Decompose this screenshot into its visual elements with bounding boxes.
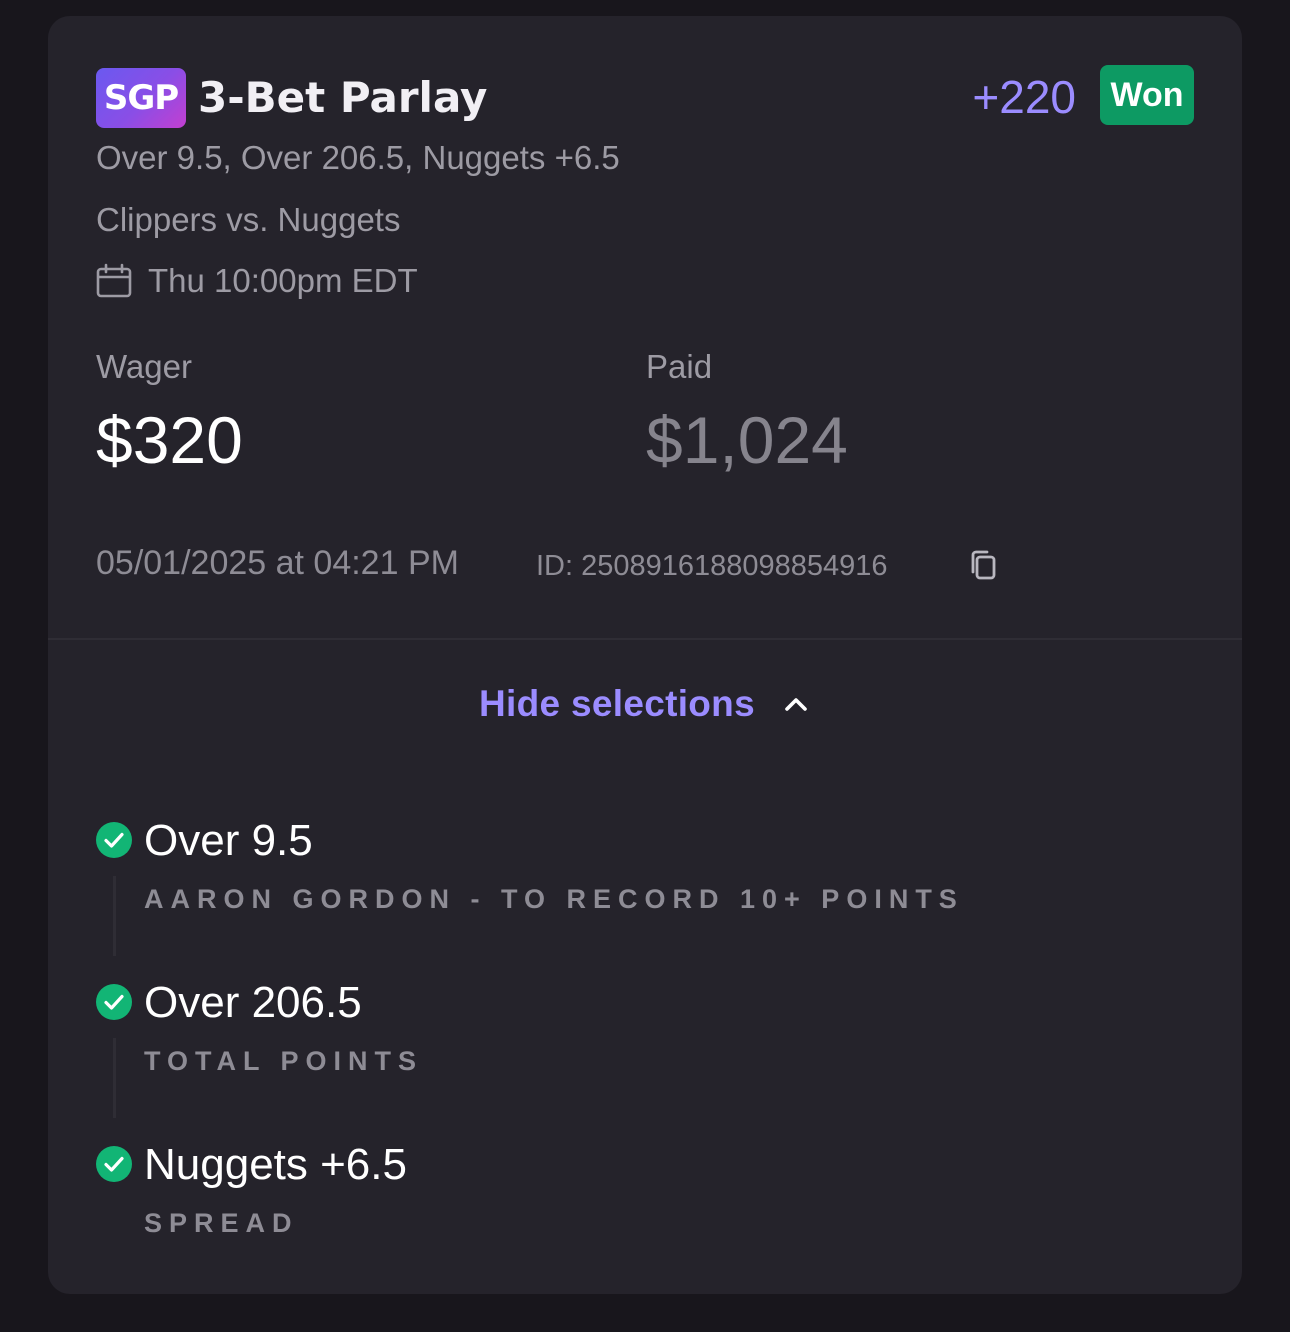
selection-title: Over 206.5	[144, 978, 362, 1027]
leg-connector	[113, 876, 116, 956]
event-time-row: Thu 10:00pm EDT	[96, 260, 418, 302]
calendar-icon	[96, 263, 132, 298]
wager-label: Wager	[96, 348, 192, 385]
bet-id: ID: 2508916188098854916	[536, 550, 888, 582]
selection-item: Over 9.5 AARON GORDON - TO RECORD 10+ PO…	[96, 816, 1194, 966]
toggle-label: Hide selections	[479, 683, 755, 724]
matchup: Clippers vs. Nuggets	[96, 201, 401, 238]
bet-card: SGP 3-Bet Parlay +220 Won Over 9.5, Over…	[48, 16, 1242, 1294]
selection-title: Over 9.5	[144, 816, 313, 865]
wager-value: $320	[96, 403, 243, 477]
selection-market: AARON GORDON - TO RECORD 10+ POINTS	[144, 884, 964, 914]
selection-market: SPREAD	[144, 1208, 299, 1238]
bet-odds: +220	[972, 71, 1076, 123]
paid-label: Paid	[646, 348, 713, 385]
selection-market: TOTAL POINTS	[144, 1046, 424, 1076]
sgp-badge: SGP	[96, 68, 186, 128]
selection-item: Nuggets +6.5 SPREAD	[96, 1140, 1194, 1290]
selection-title: Nuggets +6.5	[144, 1140, 407, 1189]
chevron-up-icon	[785, 698, 807, 711]
placed-date: 05/01/2025 at 04:21 PM	[96, 544, 459, 582]
check-circle-icon	[96, 822, 132, 858]
hide-selections-toggle[interactable]: Hide selections	[48, 676, 1242, 732]
copy-icon[interactable]	[966, 548, 1000, 582]
check-circle-icon	[96, 984, 132, 1020]
leg-connector	[113, 1038, 116, 1118]
bet-title: 3-Bet Parlay	[198, 73, 488, 122]
bet-header: SGP 3-Bet Parlay +220 Won	[96, 65, 1194, 128]
paid-value: $1,024	[646, 403, 848, 477]
selection-item: Over 206.5 TOTAL POINTS	[96, 978, 1194, 1128]
legs-summary: Over 9.5, Over 206.5, Nuggets +6.5	[96, 139, 620, 176]
divider	[48, 638, 1242, 640]
check-circle-icon	[96, 1146, 132, 1182]
event-time: Thu 10:00pm EDT	[148, 262, 418, 299]
status-badge: Won	[1100, 65, 1194, 125]
